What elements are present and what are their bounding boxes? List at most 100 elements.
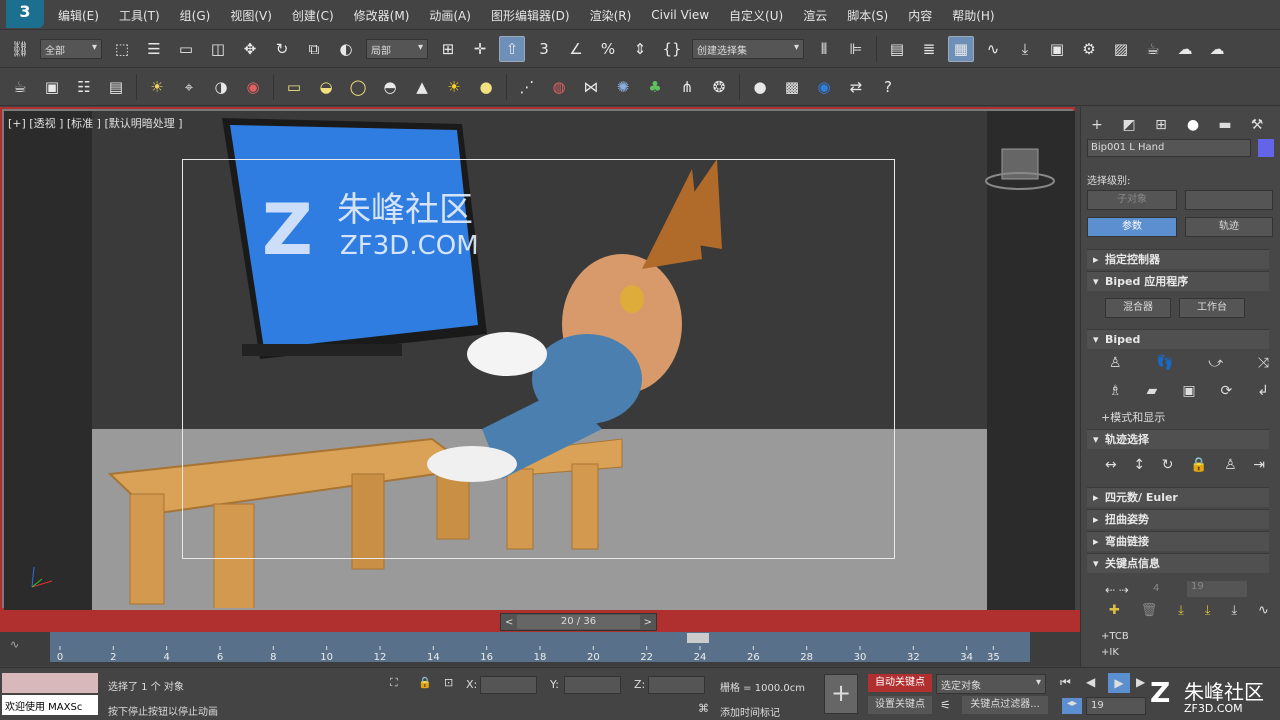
- track-button[interactable]: 轨迹: [1185, 217, 1273, 237]
- help-icon[interactable]: ?: [875, 74, 901, 100]
- mixer-mode-icon[interactable]: ⤨: [1258, 355, 1269, 371]
- cone-icon[interactable]: ▲: [409, 74, 435, 100]
- angle-snap-icon[interactable]: ∠: [563, 36, 589, 62]
- rollout-biped[interactable]: Biped: [1087, 329, 1269, 350]
- prev-frame-icon[interactable]: ◀: [1086, 675, 1095, 689]
- teapot-icon[interactable]: ☕: [7, 74, 33, 100]
- rollout-key-info[interactable]: 关键点信息: [1087, 553, 1269, 574]
- body-vertical-icon[interactable]: ↕: [1133, 457, 1145, 473]
- time-tag-icon[interactable]: ⌘: [698, 702, 709, 715]
- x-coordinate-field[interactable]: [480, 676, 537, 694]
- menu-rendering[interactable]: 渲染(R): [580, 7, 642, 24]
- hierarchy-tab-icon[interactable]: ⊞: [1149, 113, 1173, 137]
- auto-key-button[interactable]: 自动关键点: [868, 674, 932, 692]
- rollout-track-selection[interactable]: 轨迹选择: [1087, 429, 1269, 450]
- object-name-field[interactable]: Bip001 L Hand: [1087, 139, 1251, 157]
- utilities-tab-icon[interactable]: ⚒: [1245, 113, 1269, 137]
- pivot-icon[interactable]: ⊞: [435, 36, 461, 62]
- menu-modifiers[interactable]: 修改器(M): [344, 7, 420, 24]
- menu-animation[interactable]: 动画(A): [419, 7, 481, 24]
- video-camera-icon[interactable]: ◉: [240, 74, 266, 100]
- light-bulb-icon[interactable]: ☀: [144, 74, 170, 100]
- export-icon[interactable]: ⇄: [843, 74, 869, 100]
- helper-icon[interactable]: ◑: [208, 74, 234, 100]
- lock-cob-icon[interactable]: 🔒: [1190, 457, 1207, 473]
- select-by-name-icon[interactable]: ☰: [141, 36, 167, 62]
- material-sphere-icon[interactable]: ●: [747, 74, 773, 100]
- ik-label[interactable]: +IK: [1101, 647, 1119, 658]
- rollout-quaternion-euler[interactable]: 四元数/ Euler: [1087, 487, 1269, 508]
- render-setup-icon[interactable]: ⚙: [1076, 36, 1102, 62]
- sphere-light-icon[interactable]: ◯: [345, 74, 371, 100]
- sky-icon[interactable]: ●: [473, 74, 499, 100]
- layer-explorer-icon[interactable]: ≣: [916, 36, 942, 62]
- fur-icon[interactable]: ♣: [642, 74, 668, 100]
- snap-icon[interactable]: 3: [531, 36, 557, 62]
- percent-snap-icon[interactable]: %: [595, 36, 621, 62]
- convert-icon[interactable]: ⟳: [1221, 383, 1233, 399]
- rollout-biped-apps[interactable]: Biped 应用程序: [1087, 271, 1269, 292]
- named-selection-dropdown[interactable]: 创建选择集: [692, 38, 804, 59]
- sub-object-dropdown[interactable]: [1185, 190, 1273, 210]
- hair-icon[interactable]: ⋰: [514, 74, 540, 100]
- app-logo[interactable]: 3: [6, 0, 44, 28]
- key-selection-dropdown[interactable]: 选定对象: [936, 674, 1046, 694]
- key-nav-arrows-icon[interactable]: ⇠ ⇢: [1105, 583, 1129, 597]
- play-icon[interactable]: ▶: [1108, 673, 1130, 693]
- reference-coord-dropdown[interactable]: 局部: [366, 38, 428, 59]
- set-planted-icon[interactable]: ⤓: [1178, 603, 1184, 618]
- y-coordinate-field[interactable]: [564, 676, 621, 694]
- rollout-assign-controller[interactable]: 指定控制器: [1087, 249, 1269, 270]
- z-coordinate-field[interactable]: [648, 676, 705, 694]
- timeline[interactable]: ∿ 0 2 4 6 8 10 12 14 16 18 20 22 24 26 28 30 32 34 35: [0, 632, 1080, 666]
- gear-icon[interactable]: ✺: [610, 74, 636, 100]
- symmetrical-icon[interactable]: ♙: [1224, 457, 1237, 473]
- spinner-snap-icon[interactable]: ⇕: [627, 36, 653, 62]
- hf-icon[interactable]: ⋔: [674, 74, 700, 100]
- move-all-icon[interactable]: ↲: [1257, 383, 1269, 399]
- material-map-icon[interactable]: ▩: [779, 74, 805, 100]
- rotate-icon[interactable]: ↻: [269, 36, 295, 62]
- isolate-icon[interactable]: ⛶: [390, 676, 398, 690]
- params-button[interactable]: 参数: [1087, 217, 1177, 237]
- menu-views[interactable]: 视图(V): [220, 7, 282, 24]
- tcb-label[interactable]: +TCB: [1101, 631, 1129, 642]
- proxy-icon[interactable]: ⋈: [578, 74, 604, 100]
- table-icon[interactable]: ▤: [103, 74, 129, 100]
- menu-help[interactable]: 帮助(H): [942, 7, 1004, 24]
- image-icon[interactable]: ▣: [39, 74, 65, 100]
- trajectory-icon[interactable]: ∿: [1258, 603, 1269, 618]
- sub-object-button[interactable]: 子对象: [1087, 190, 1177, 210]
- menu-renderyun[interactable]: 渲云: [793, 7, 837, 24]
- edit-named-sel-icon[interactable]: {}: [659, 36, 685, 62]
- set-key-button[interactable]: 设置关键点: [868, 696, 932, 714]
- capsule-icon[interactable]: ◍: [546, 74, 572, 100]
- menu-graph-editors[interactable]: 图形编辑器(D): [481, 7, 580, 24]
- maxscript-welcome[interactable]: 欢迎使用 MAXSc: [2, 695, 98, 715]
- body-rotation-icon[interactable]: ↻: [1162, 457, 1174, 473]
- selection-lock-icon[interactable]: 🔒: [418, 676, 432, 689]
- footstep-mode-icon[interactable]: 👣: [1156, 355, 1173, 371]
- modify-tab-icon[interactable]: ◩: [1117, 113, 1141, 137]
- mirror-icon[interactable]: ⫴: [811, 36, 837, 62]
- frame-counter[interactable]: 20 / 36: [517, 615, 640, 629]
- perspective-viewport[interactable]: Z 朱峰社区 ZF3D.COM [+] [透视 ] [标准 ] [默认明暗处理 …: [0, 107, 1075, 610]
- mixer-button[interactable]: 混合器: [1105, 298, 1171, 318]
- ribbon-icon[interactable]: ▦: [948, 35, 974, 62]
- key-mode-toggle-icon[interactable]: ◂▸: [1062, 698, 1082, 714]
- menu-create[interactable]: 创建(C): [282, 7, 344, 24]
- current-frame-field[interactable]: 19: [1086, 697, 1146, 715]
- render-frame-icon[interactable]: ▨: [1108, 36, 1134, 62]
- delete-key-icon[interactable]: 🗑: [1141, 603, 1158, 618]
- place-icon[interactable]: ◐: [333, 36, 359, 62]
- modes-display-label[interactable]: +模式和显示: [1101, 409, 1165, 425]
- body-horizontal-icon[interactable]: ↔: [1105, 457, 1117, 473]
- scale-icon[interactable]: ⧉: [301, 36, 327, 62]
- absolute-mode-icon[interactable]: ⊡: [444, 676, 453, 689]
- display-tab-icon[interactable]: ▬: [1213, 113, 1237, 137]
- current-frame-marker[interactable]: [687, 633, 709, 643]
- link-icon[interactable]: ⛓: [7, 36, 33, 62]
- material-blue-icon[interactable]: ◉: [811, 74, 837, 100]
- set-key-big-icon[interactable]: +: [824, 674, 858, 714]
- menu-edit[interactable]: 编辑(E): [48, 7, 109, 24]
